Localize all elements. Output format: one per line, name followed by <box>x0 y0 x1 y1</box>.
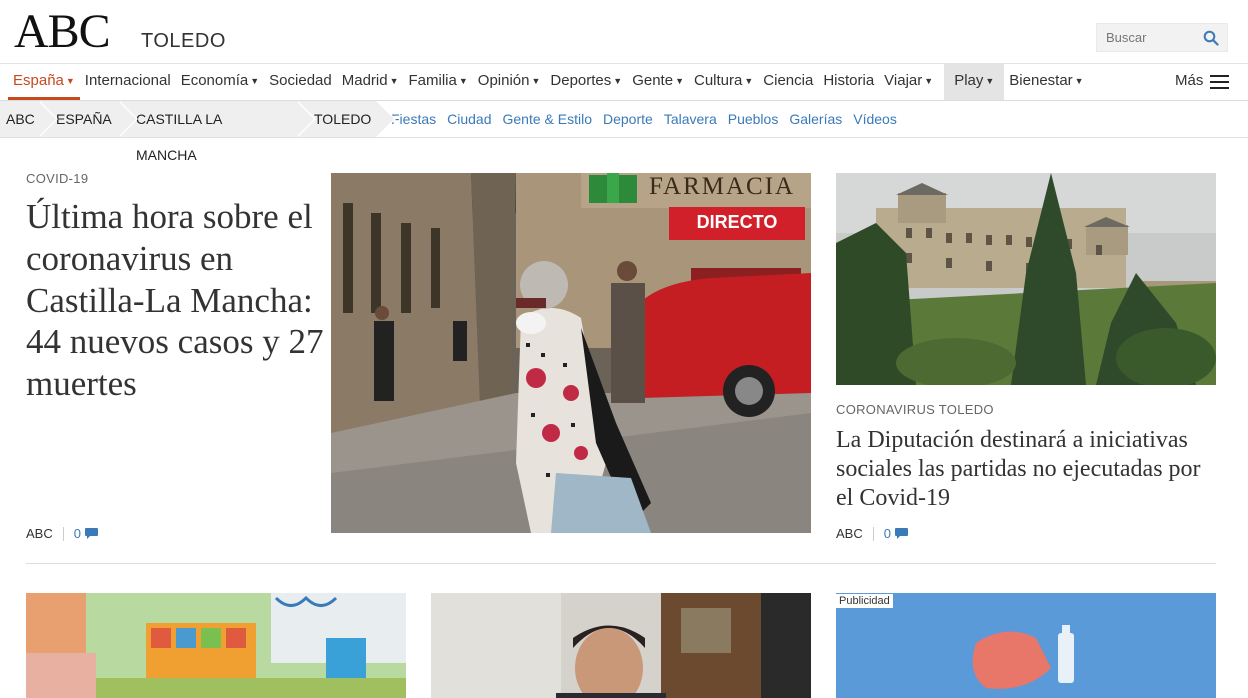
more-menu-label[interactable]: Más <box>1175 64 1203 100</box>
caret-down-icon: ▼ <box>458 76 468 86</box>
nav-item-label: Viajar <box>884 72 923 89</box>
nav-items: España ▼ Internacional Economía ▼ Sociedad Mad… <box>8 64 1089 100</box>
section-title[interactable]: TOLEDO <box>141 30 226 53</box>
menu-icon[interactable] <box>1210 75 1229 89</box>
nav-item-label: Historia <box>823 72 875 89</box>
nav-item-label: Ciencia <box>763 72 814 89</box>
nav-item-espana[interactable]: España ▼ <box>8 64 80 100</box>
nav-item-label: Deportes <box>550 72 612 89</box>
side-story-comment-count[interactable]: 0 <box>884 526 891 541</box>
caret-down-icon: ▼ <box>985 76 995 86</box>
sublink-ciudad[interactable]: Ciudad <box>447 101 491 137</box>
nav-item-familia[interactable]: Familia ▼ <box>404 64 473 100</box>
caret-down-icon: ▼ <box>613 76 623 86</box>
nav-item-cultura[interactable]: Cultura ▼ <box>689 64 758 100</box>
caret-down-icon: ▼ <box>250 76 260 86</box>
section-sublinks: Fiestas Ciudad Gente & Estilo Deporte Talave… <box>391 101 908 137</box>
classroom-photo[interactable] <box>26 593 406 698</box>
caret-down-icon: ▼ <box>1074 76 1084 86</box>
caret-down-icon: ▼ <box>924 76 934 86</box>
ad-label: Publicidad <box>836 594 893 608</box>
sublink-v-deos[interactable]: Vídeos <box>853 101 897 137</box>
nav-item-label: Madrid <box>341 72 388 89</box>
nav-item-label: Gente <box>632 72 674 89</box>
breadcrumb-item-castilla-la-mancha[interactable]: CASTILLA LA MANCHA <box>118 101 316 163</box>
sublink-talavera[interactable]: Talavera <box>664 101 717 137</box>
sublink-gente-estilo[interactable]: Gente & Estilo <box>503 101 593 137</box>
side-story-byline: ABC 0 <box>836 526 908 541</box>
comment-icon[interactable] <box>84 528 98 539</box>
nav-item-label: Familia <box>408 72 457 89</box>
nav-item-label: Opinión <box>477 72 530 89</box>
caret-down-icon: ▼ <box>744 76 754 86</box>
nav-item-gente[interactable]: Gente ▼ <box>627 64 689 100</box>
caret-down-icon: ▼ <box>675 76 684 86</box>
nav-item-deportes[interactable]: Deportes ▼ <box>545 64 627 100</box>
side-story-photo[interactable] <box>836 173 1216 385</box>
pharmacy-sign: FARMACIA <box>649 173 796 200</box>
nav-item-play[interactable]: Play ▼ <box>944 64 1005 100</box>
search-input[interactable] <box>1097 24 1197 51</box>
search-box[interactable] <box>1096 23 1228 52</box>
main-nav: España ▼ Internacional Economía ▼ Sociedad Mad… <box>0 64 1248 101</box>
sublink-galer-as[interactable]: Galerías <box>789 101 842 137</box>
caret-down-icon: ▼ <box>65 76 75 86</box>
sublink-fiestas[interactable]: Fiestas <box>391 101 436 137</box>
feature-comment-count[interactable]: 0 <box>74 526 81 541</box>
nav-item-label: Bienestar <box>1009 72 1073 89</box>
side-story-headline[interactable]: La Diputación destinará a iniciativas so… <box>836 426 1216 513</box>
nav-item-economia[interactable]: Economía ▼ <box>176 64 264 100</box>
feature-author[interactable]: ABC <box>26 526 53 541</box>
nav-item-label: España <box>13 72 64 89</box>
video-call-photo[interactable] <box>431 593 811 698</box>
section-divider <box>26 563 1216 564</box>
abc-logo[interactable]: ABC <box>14 6 111 58</box>
search-icon[interactable] <box>1203 30 1219 46</box>
feature-kicker[interactable]: COVID-19 <box>26 171 88 186</box>
caret-down-icon: ▼ <box>389 76 399 86</box>
nav-item-viajar[interactable]: Viajar ▼ <box>879 64 938 100</box>
side-story-kicker[interactable]: CORONAVIRUS TOLEDO <box>836 402 994 417</box>
site-header: ABC TOLEDO <box>0 0 1248 64</box>
nav-item-opinion[interactable]: Opinión ▼ <box>473 64 546 100</box>
nav-item-historia[interactable]: Historia <box>818 64 879 100</box>
nav-item-ciencia[interactable]: Ciencia <box>758 64 818 100</box>
nav-item-label: Play <box>954 72 984 89</box>
breadcrumb-item-abc[interactable]: ABC <box>0 101 58 137</box>
nav-item-label: Economía <box>180 72 249 89</box>
nav-item-label: Sociedad <box>269 72 332 89</box>
sublink-deporte[interactable]: Deporte <box>603 101 653 137</box>
nav-item-internacional[interactable]: Internacional <box>80 64 176 100</box>
feature-headline[interactable]: Última hora sobre el coronavirus en Cast… <box>26 196 326 405</box>
feature-byline: ABC 0 <box>26 526 98 541</box>
feature-photo[interactable]: FARMACIA DIRECTO <box>331 173 811 533</box>
caret-down-icon: ▼ <box>531 76 541 86</box>
nav-item-sociedad[interactable]: Sociedad <box>264 64 337 100</box>
nav-item-label: Internacional <box>84 72 171 89</box>
ad-photo[interactable] <box>836 593 1216 698</box>
comment-icon[interactable] <box>894 528 908 539</box>
nav-item-bienestar[interactable]: Bienestar ▼ <box>1004 64 1088 100</box>
side-story-author[interactable]: ABC <box>836 526 863 541</box>
live-sign: DIRECTO <box>696 212 778 232</box>
breadcrumb: TOLEDO CASTILLA LA MANCHA ESPAÑA ABC Fie… <box>0 101 1248 163</box>
sublink-pueblos[interactable]: Pueblos <box>728 101 779 137</box>
nav-item-madrid[interactable]: Madrid ▼ <box>337 64 404 100</box>
nav-item-label: Cultura <box>694 72 743 89</box>
